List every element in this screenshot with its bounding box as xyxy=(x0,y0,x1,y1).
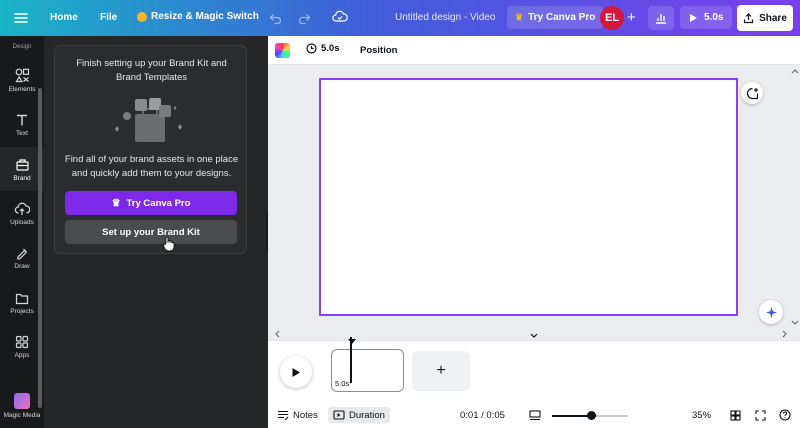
playhead[interactable] xyxy=(350,337,352,383)
help-icon[interactable] xyxy=(779,407,791,423)
canvas-area xyxy=(268,65,800,339)
sparkle-icon xyxy=(765,306,777,318)
rail-label-elements: Elements xyxy=(8,85,36,93)
setup-brand-kit-button[interactable]: Set up your Brand Kit xyxy=(65,220,237,244)
time-readout: 0:01 / 0:05 xyxy=(460,409,505,421)
play-preview-button[interactable]: 5.0s xyxy=(680,6,733,29)
rail-label-uploads: Uploads xyxy=(10,219,34,226)
menu-icon[interactable] xyxy=(14,11,28,25)
analytics-icon[interactable] xyxy=(648,6,674,30)
context-toolbar: 5.0s Position xyxy=(268,36,800,65)
brand-icon xyxy=(15,158,29,171)
text-icon xyxy=(17,114,27,126)
resize-button[interactable]: Resize & Magic Switch xyxy=(137,11,259,22)
duration-chip[interactable]: 5.0s xyxy=(306,43,340,54)
share-label: Share xyxy=(759,12,787,24)
rail-label-brand: Brand xyxy=(13,174,31,182)
magic-media-icon xyxy=(14,393,30,409)
add-comment-button[interactable] xyxy=(741,82,763,104)
timeline-play-button[interactable] xyxy=(280,356,312,388)
canvas-vertical-scrollbar[interactable] xyxy=(790,65,800,330)
brand-kit-title: Finish setting up your Brand Kit and Bra… xyxy=(76,58,227,83)
crown-icon: ♛ xyxy=(111,197,121,209)
rail-heading: Design xyxy=(12,44,32,50)
rail-label-draw: Draw xyxy=(14,263,30,270)
zoom-slider-knob[interactable] xyxy=(587,411,597,420)
brand-panel: Finish setting up your Brand Kit and Bra… xyxy=(44,36,268,428)
rail-label-projects: Projects xyxy=(10,307,34,315)
undo-icon[interactable] xyxy=(269,11,283,25)
duration-value: 5.0s xyxy=(321,43,340,54)
fullscreen-icon[interactable] xyxy=(755,407,766,423)
chevron-right-icon xyxy=(782,330,787,338)
design-page[interactable] xyxy=(319,78,738,316)
duration-icon xyxy=(333,410,345,420)
chevron-up-icon xyxy=(791,69,799,74)
color-picker-icon[interactable] xyxy=(275,43,290,58)
projects-icon xyxy=(15,293,29,304)
notes-icon xyxy=(278,410,289,420)
crown-icon: ♛ xyxy=(515,12,524,22)
play-icon xyxy=(690,13,697,22)
file-menu[interactable]: File xyxy=(100,12,117,23)
add-collaborator-icon[interactable]: + xyxy=(627,9,636,26)
top-bar: Home File Resize & Magic Switch Untitled… xyxy=(0,0,800,36)
avatar[interactable]: EL xyxy=(600,6,624,30)
redo-icon[interactable] xyxy=(297,11,311,25)
uploads-icon xyxy=(14,202,30,215)
resize-label: Resize & Magic Switch xyxy=(151,11,259,22)
clip-duration: 5.0s xyxy=(335,379,350,388)
zoom-slider[interactable] xyxy=(552,411,628,420)
hand-cursor-icon xyxy=(163,236,175,252)
duration-tab[interactable]: Duration xyxy=(328,407,390,423)
chevron-left-icon xyxy=(275,330,280,338)
left-rail: Design Elements Text Brand Uploads Draw … xyxy=(0,36,44,428)
brand-kit-illustration xyxy=(115,98,182,142)
rail-scrollbar[interactable] xyxy=(38,88,42,408)
zoom-slider-fill xyxy=(552,415,592,417)
draw-icon xyxy=(17,248,28,260)
timer-icon xyxy=(306,43,317,54)
timeline-clip[interactable]: 5.0s xyxy=(331,349,404,392)
notes-label: Notes xyxy=(293,409,318,421)
try-pro-panel-label: Try Canva Pro xyxy=(126,197,191,209)
add-page-button[interactable]: + xyxy=(412,351,470,391)
document-title[interactable]: Untitled design - Video xyxy=(395,12,495,23)
try-canva-pro-button[interactable]: ♛ Try Canva Pro xyxy=(507,6,604,29)
share-icon xyxy=(743,12,754,23)
rail-label-apps: Apps xyxy=(14,352,30,359)
notes-button[interactable]: Notes xyxy=(277,407,318,423)
footer-bar: Notes Duration 0:01 / 0:05 35% xyxy=(268,402,800,428)
position-button[interactable]: Position xyxy=(360,45,397,56)
try-canva-pro-panel-button[interactable]: ♛ Try Canva Pro xyxy=(65,191,237,215)
duration-tab-label: Duration xyxy=(349,409,385,421)
elements-icon xyxy=(14,68,29,82)
share-button[interactable]: Share xyxy=(737,5,793,31)
comment-plus-icon xyxy=(746,87,758,99)
magic-assistant-button[interactable] xyxy=(759,300,783,324)
timeline: 5.0s + xyxy=(268,337,800,402)
rail-label-magic-media: Magic Media xyxy=(3,412,41,419)
page-view-icon[interactable] xyxy=(529,407,541,423)
apps-icon xyxy=(15,335,29,349)
zoom-level[interactable]: 35% xyxy=(692,407,711,423)
brand-kit-description: Find all of your brand assets in one pla… xyxy=(64,154,239,179)
try-pro-label: Try Canva Pro xyxy=(528,12,596,23)
home-menu[interactable]: Home xyxy=(50,12,78,23)
cloud-saved-icon[interactable] xyxy=(332,10,348,24)
play-duration: 5.0s xyxy=(704,12,724,23)
chevron-down-icon xyxy=(791,320,799,325)
play-icon xyxy=(292,367,300,377)
brand-kit-card: Finish setting up your Brand Kit and Bra… xyxy=(54,45,247,254)
crown-icon xyxy=(137,11,147,22)
chevron-down-icon xyxy=(530,333,538,338)
rail-label-text: Text xyxy=(16,130,28,137)
grid-view-icon[interactable] xyxy=(730,407,741,423)
